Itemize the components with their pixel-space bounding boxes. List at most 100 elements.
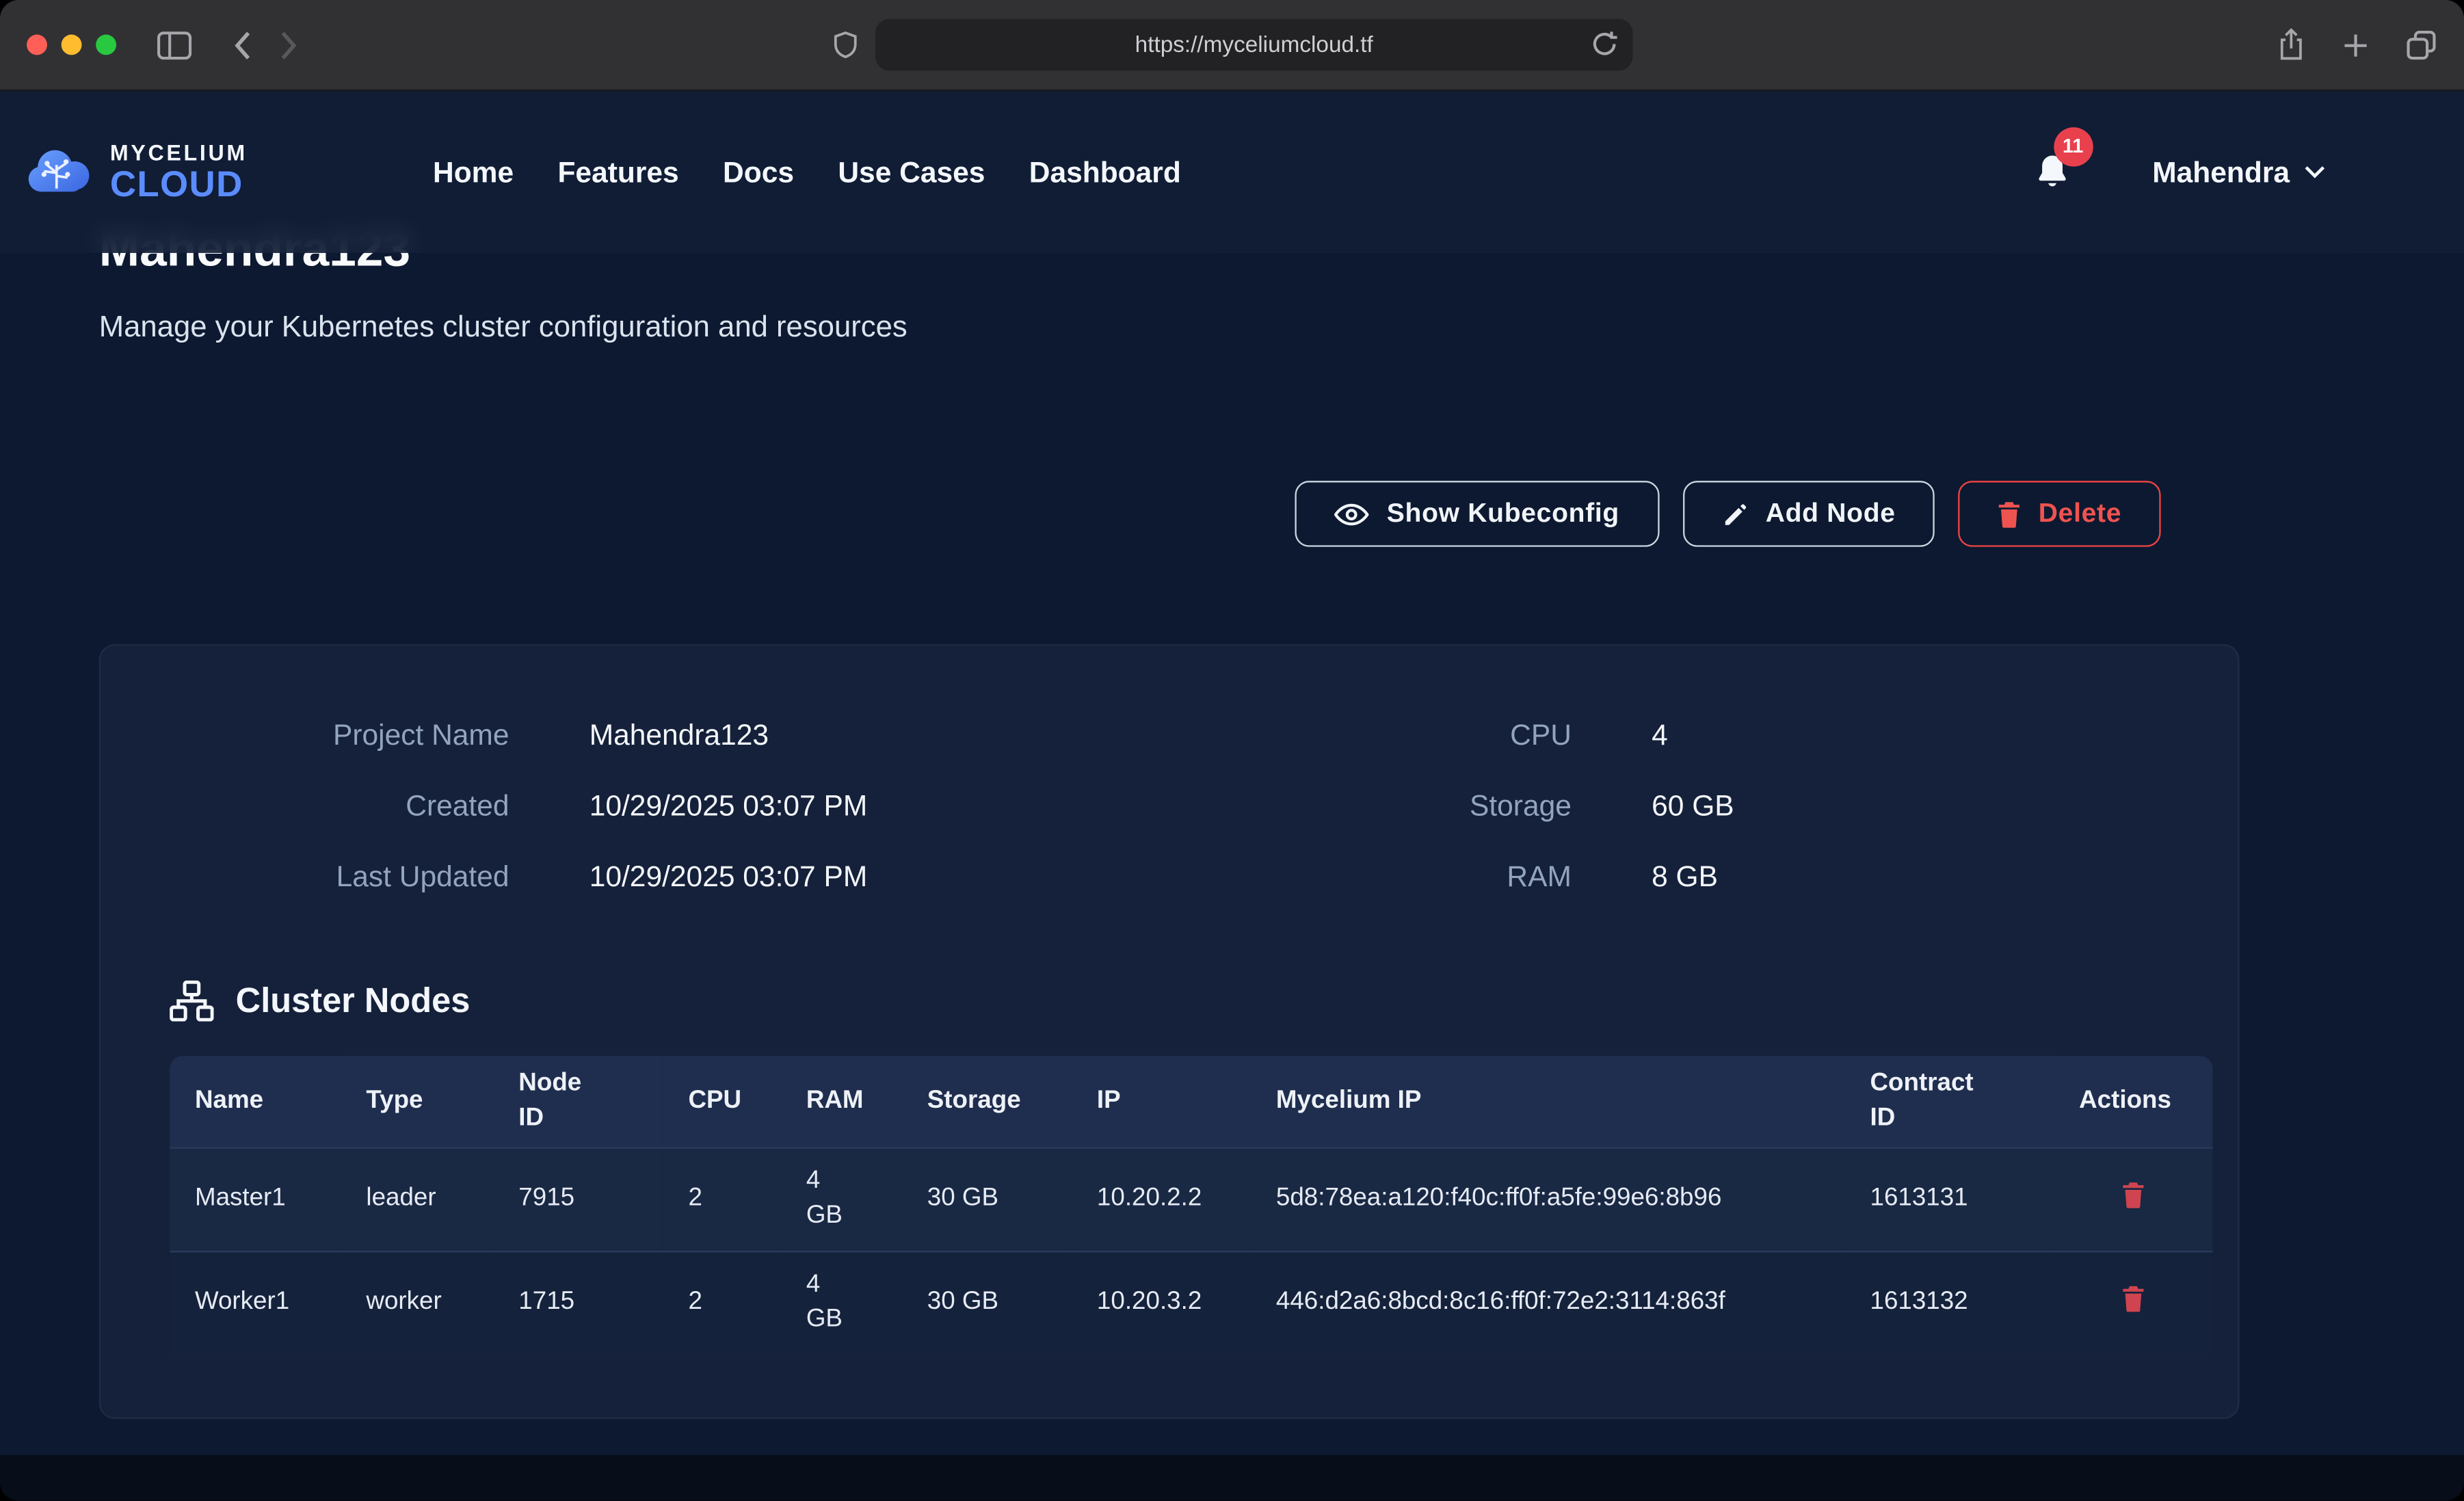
nav-item-features[interactable]: Features — [557, 155, 678, 189]
trash-icon — [1998, 501, 2021, 527]
col-ram: RAM — [781, 1056, 902, 1147]
cell-type: leader — [341, 1148, 494, 1251]
details-right-column: CPU 4 Storage 60 GB RAM 8 GB — [1169, 700, 2169, 912]
table-header-row: Name Type Node ID CPU RAM Storage IP Myc… — [170, 1056, 2212, 1147]
cell-actions — [2054, 1251, 2212, 1354]
cell-node-id: 7915 — [494, 1148, 663, 1251]
address-bar[interactable]: https://myceliumcloud.tf — [875, 19, 1633, 71]
cpu-value: 4 — [1652, 717, 1668, 752]
col-type: Type — [341, 1056, 494, 1147]
col-storage: Storage — [902, 1056, 1072, 1147]
cell-name: Master1 — [170, 1148, 341, 1251]
nav-links: Home Features Docs Use Cases Dashboard — [433, 155, 1181, 189]
top-navbar: MYCELIUM CLOUD Home Features Docs Use Ca… — [0, 91, 2464, 253]
detail-row-project-name: Project Name Mahendra123 — [170, 700, 1169, 770]
trash-icon — [2121, 1286, 2145, 1312]
scaled-viewport: https://myceliumcloud.tf — [0, 0, 2464, 1500]
col-cpu: CPU — [663, 1056, 781, 1147]
back-icon[interactable] — [233, 29, 252, 61]
storage-value: 60 GB — [1652, 788, 1734, 823]
col-mycelium-ip: Mycelium IP — [1251, 1056, 1845, 1147]
created-value: 10/29/2025 03:07 PM — [589, 788, 868, 823]
pencil-icon — [1721, 501, 1748, 527]
cluster-nodes-table: Name Type Node ID CPU RAM Storage IP Myc… — [170, 1056, 2212, 1354]
minimize-window-button[interactable] — [62, 35, 82, 55]
nav-item-docs[interactable]: Docs — [723, 155, 794, 189]
cell-type: worker — [341, 1251, 494, 1354]
cell-ip: 10.20.3.2 — [1072, 1251, 1251, 1354]
browser-window: https://myceliumcloud.tf — [0, 0, 2464, 1500]
new-tab-icon[interactable] — [2342, 31, 2370, 59]
browser-toolbar: https://myceliumcloud.tf — [0, 0, 2464, 91]
cell-mycelium-ip: 446:d2a6:8bcd:8c16:ff0f:72e2:3114:863f — [1251, 1251, 1845, 1354]
trash-icon — [2121, 1182, 2145, 1209]
tab-overview-icon[interactable] — [2405, 27, 2439, 62]
zoom-window-button[interactable] — [96, 35, 116, 55]
toolbar-right-tools — [2275, 0, 2439, 90]
cell-ram: 4 GB — [781, 1251, 902, 1354]
col-contract-id: Contract ID — [1845, 1056, 2054, 1147]
address-bar-group: https://myceliumcloud.tf — [832, 19, 1633, 71]
delete-node-button[interactable] — [2121, 1286, 2145, 1312]
logo-line2: CLOUD — [110, 167, 248, 203]
cell-ip: 10.20.2.2 — [1072, 1148, 1251, 1251]
nav-item-use-cases[interactable]: Use Cases — [838, 155, 985, 189]
add-node-label: Add Node — [1766, 498, 1896, 529]
cluster-nodes-header: Cluster Nodes — [170, 981, 2169, 1022]
cluster-nodes-icon — [170, 981, 213, 1022]
ram-value: 8 GB — [1652, 859, 1718, 894]
reload-icon[interactable] — [1590, 30, 1618, 58]
ram-label: RAM — [1169, 859, 1572, 894]
logo[interactable]: MYCELIUM CLOUD — [19, 141, 248, 204]
sidebar-toggle-icon[interactable] — [157, 31, 192, 59]
delete-label: Delete — [2039, 498, 2121, 529]
eye-icon — [1335, 502, 1370, 525]
user-menu[interactable]: Mahendra — [2152, 155, 2326, 189]
cpu-label: CPU — [1169, 717, 1572, 752]
cluster-nodes-table-wrap: Name Type Node ID CPU RAM Storage IP Myc… — [170, 1056, 2169, 1354]
cell-name: Worker1 — [170, 1251, 341, 1354]
add-node-button[interactable]: Add Node — [1682, 481, 1935, 547]
delete-node-button[interactable] — [2121, 1182, 2145, 1209]
project-name-value: Mahendra123 — [589, 717, 769, 752]
details-left-column: Project Name Mahendra123 Created 10/29/2… — [170, 700, 1169, 912]
show-kubeconfig-label: Show Kubeconfig — [1387, 498, 1619, 529]
delete-cluster-button[interactable]: Delete — [1959, 481, 2161, 547]
mycelium-cloud-logo-icon — [19, 141, 94, 204]
url-text[interactable]: https://myceliumcloud.tf — [1135, 32, 1373, 57]
cell-actions — [2054, 1148, 2212, 1251]
detail-row-storage: Storage 60 GB — [1169, 770, 2169, 840]
forward-icon[interactable] — [280, 29, 299, 61]
cluster-actions: Show Kubeconfig Add Node Delete — [99, 481, 2240, 547]
notifications-button[interactable]: 11 — [2033, 152, 2071, 193]
col-name: Name — [170, 1056, 341, 1147]
main-content: Mahendra123 Manage your Kubernetes clust… — [0, 91, 2464, 1418]
created-label: Created — [170, 788, 509, 823]
nav-right: 11 Mahendra — [2033, 152, 2326, 193]
detail-row-cpu: CPU 4 — [1169, 700, 2169, 770]
cluster-details-card: Project Name Mahendra123 Created 10/29/2… — [99, 644, 2240, 1418]
page-bottom-strip — [0, 1455, 2464, 1501]
user-name: Mahendra — [2152, 155, 2290, 189]
cell-contract-id: 1613132 — [1845, 1251, 2054, 1354]
cell-contract-id: 1613131 — [1845, 1148, 2054, 1251]
storage-label: Storage — [1169, 788, 1572, 823]
nav-item-home[interactable]: Home — [433, 155, 514, 189]
page: MYCELIUM CLOUD Home Features Docs Use Ca… — [0, 91, 2464, 1500]
nav-item-dashboard[interactable]: Dashboard — [1029, 155, 1181, 189]
close-window-button[interactable] — [27, 35, 47, 55]
show-kubeconfig-button[interactable]: Show Kubeconfig — [1296, 481, 1659, 547]
share-icon[interactable] — [2275, 27, 2307, 62]
cell-ram: 4 GB — [781, 1148, 902, 1251]
logo-line1: MYCELIUM — [110, 142, 248, 163]
col-actions: Actions — [2054, 1056, 2212, 1147]
cell-mycelium-ip: 5d8:78ea:a120:f40c:ff0f:a5fe:99e6:8b96 — [1251, 1148, 1845, 1251]
cell-cpu: 2 — [663, 1251, 781, 1354]
detail-row-ram: RAM 8 GB — [1169, 840, 2169, 911]
logo-text: MYCELIUM CLOUD — [110, 142, 248, 203]
cluster-nodes-title: Cluster Nodes — [236, 981, 471, 1022]
chevron-down-icon — [2304, 165, 2326, 179]
last-updated-value: 10/29/2025 03:07 PM — [589, 859, 868, 894]
cell-storage: 30 GB — [902, 1148, 1072, 1251]
cell-storage: 30 GB — [902, 1251, 1072, 1354]
